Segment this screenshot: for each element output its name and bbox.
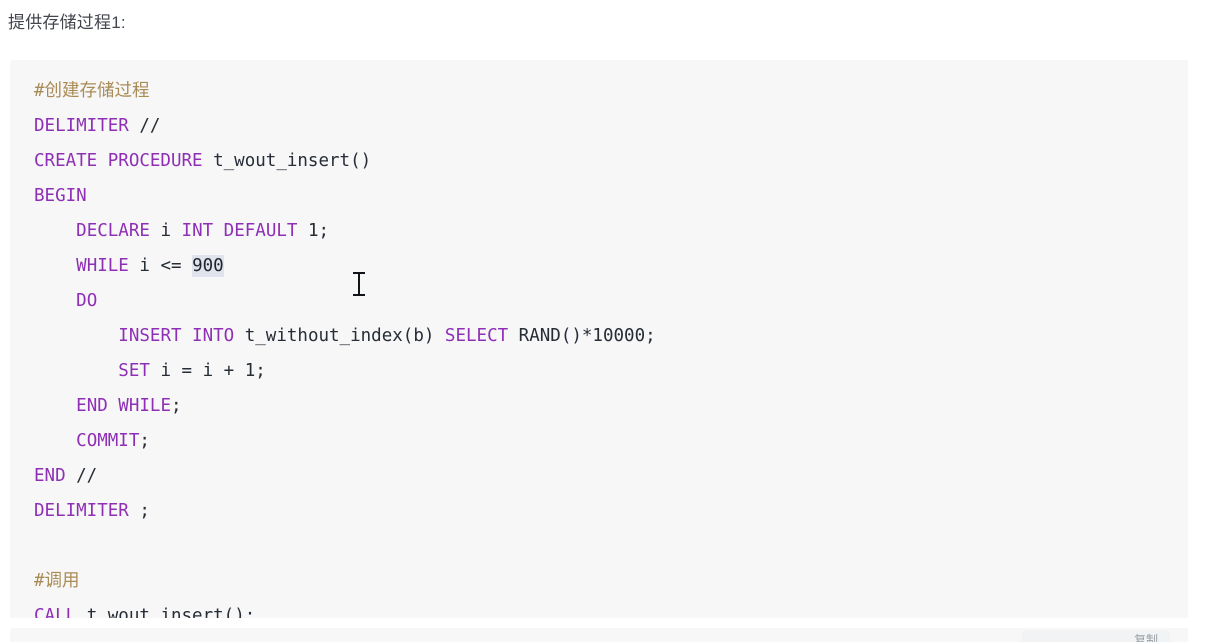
code-line: INSERT INTO t_without_index(b) SELECT RA… (10, 319, 1188, 354)
code-token-keyword: INT DEFAULT (181, 221, 298, 241)
code-token-keyword: DELIMITER (34, 501, 129, 521)
code-token-keyword: DO (76, 291, 98, 311)
code-token-indent (34, 361, 118, 381)
code-line: COMMIT; (10, 424, 1188, 459)
code-token-plain: i (149, 221, 182, 241)
code-token-plain: t_wout_insert(); (76, 606, 256, 618)
code-line: END WHILE; (10, 389, 1188, 424)
code-token-keyword: DECLARE (76, 221, 150, 241)
code-token-keyword: INSERT INTO (118, 326, 235, 346)
code-token-indent (34, 431, 76, 451)
code-token-plain: // (128, 116, 161, 136)
code-line: SET i = i + 1; (10, 354, 1188, 389)
code-line: #调用 (10, 564, 1188, 599)
sql-code-block[interactable]: #创建存储过程 DELIMITER // CREATE PROCEDURE t_… (10, 60, 1188, 618)
code-line: DELIMITER // (10, 109, 1188, 144)
code-token-plain: i <= (128, 256, 193, 276)
code-line: DELIMITER ; (10, 494, 1188, 529)
page-root: 提供存储过程1: #创建存储过程 DELIMITER // CREATE PRO… (0, 0, 1220, 642)
code-line: DECLARE i INT DEFAULT 1; (10, 214, 1188, 249)
code-token-keyword: DELIMITER (34, 116, 129, 136)
code-token-plain: t_wout_insert() (202, 151, 372, 171)
code-token-keyword: SELECT (444, 326, 509, 346)
code-line: DO (10, 284, 1188, 319)
code-token-indent (34, 326, 118, 346)
page-title: 提供存储过程1: (8, 13, 126, 32)
code-token-keyword: WHILE (76, 256, 129, 276)
code-token-keyword: BEGIN (34, 186, 87, 206)
code-token-keyword: CREATE PROCEDURE (34, 151, 203, 171)
code-lines-container: #创建存储过程 DELIMITER // CREATE PROCEDURE t_… (10, 60, 1188, 618)
code-token-indent (34, 396, 76, 416)
code-token-comment: #创建存储过程 (34, 81, 150, 101)
code-token-plain: i = i + 1; (149, 361, 266, 381)
code-line: BEGIN (10, 179, 1188, 214)
code-token-keyword: SET (118, 361, 150, 381)
code-token-indent (34, 256, 76, 276)
code-token-plain: // (65, 466, 98, 486)
code-token-indent (34, 291, 76, 311)
code-token-keyword: CALL (34, 606, 77, 618)
code-line: CREATE PROCEDURE t_wout_insert() (10, 144, 1188, 179)
code-token-plain: 1; (297, 221, 330, 241)
code-token-plain: ; (170, 396, 182, 416)
code-token-indent (34, 221, 76, 241)
code-token-keyword: END (34, 466, 66, 486)
code-line: END // (10, 459, 1188, 494)
code-token-plain: t_without_index(b) (234, 326, 445, 346)
code-token-keyword: END WHILE (76, 396, 171, 416)
code-token-plain: ; (139, 431, 150, 451)
code-line: CALL t_wout_insert(); (10, 599, 1188, 618)
code-token-comment: #调用 (34, 571, 80, 591)
code-line: WHILE i <= 900 (10, 249, 1188, 284)
code-token-keyword: COMMIT (76, 431, 140, 451)
copy-code-button-label: 复制 (1133, 633, 1158, 642)
selected-number-900[interactable]: 900 (192, 255, 224, 277)
code-line: #创建存储过程 (10, 74, 1188, 109)
code-token-plain: RAND()*10000; (508, 326, 656, 346)
next-code-block-partial[interactable] (10, 628, 1188, 642)
code-token-plain: ; (128, 501, 150, 521)
copy-code-button[interactable]: 复制 (1022, 630, 1170, 642)
